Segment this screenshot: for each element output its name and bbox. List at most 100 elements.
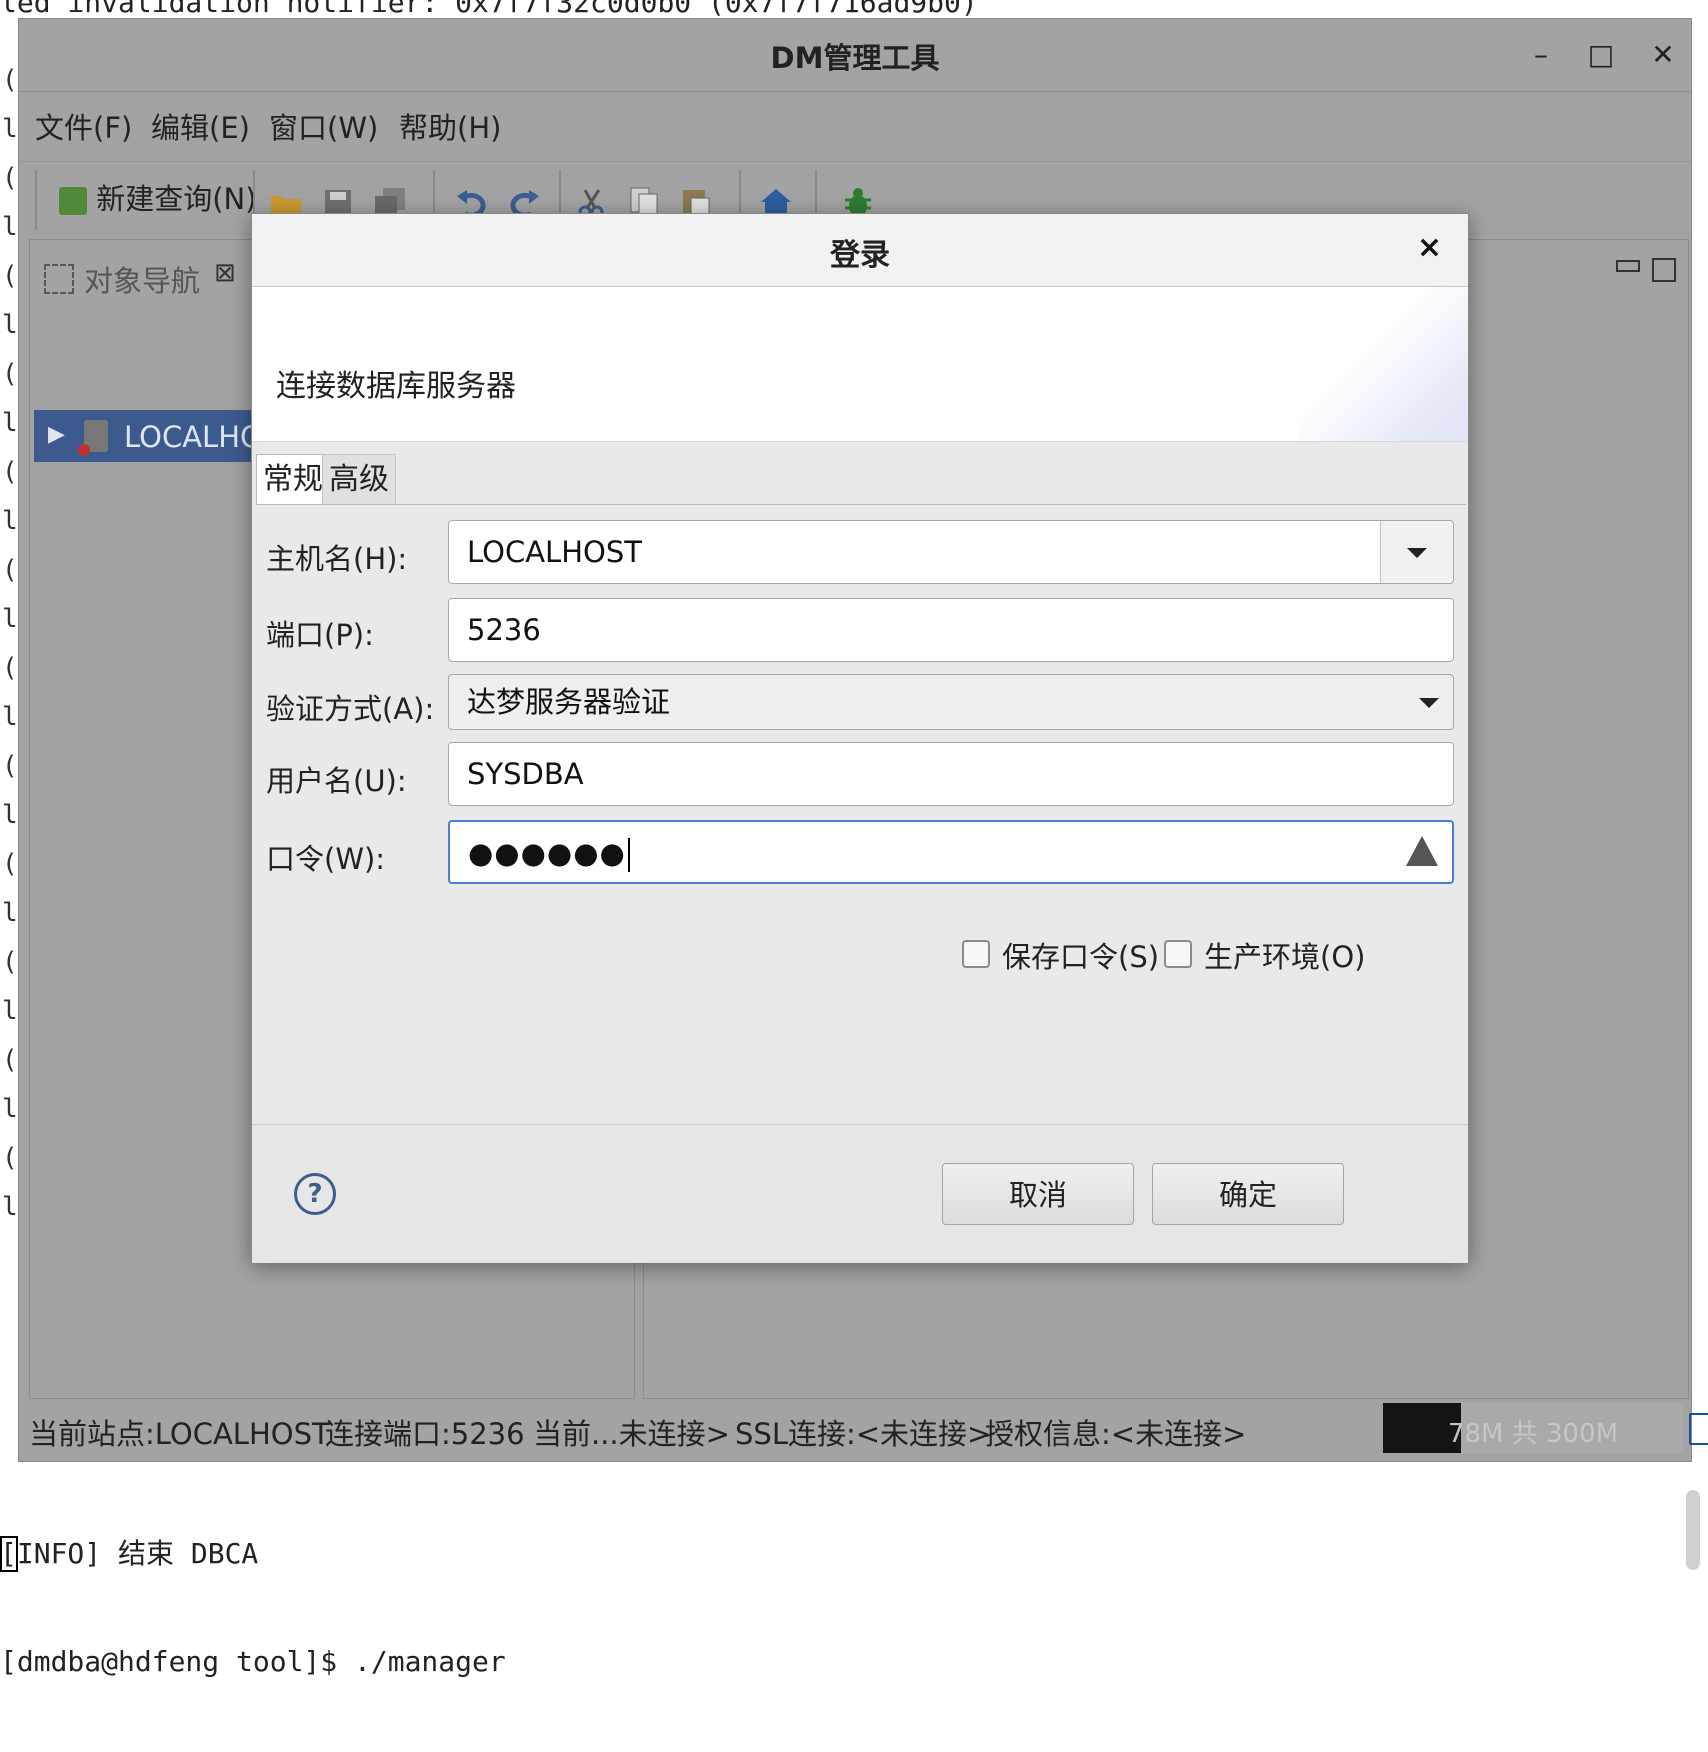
terminal-gutter-char: ( <box>2 849 18 879</box>
window-close-button[interactable]: ✕ <box>1643 35 1683 75</box>
terminal-gutter-char: l <box>2 408 18 438</box>
minimize-button[interactable]: – <box>1521 35 1561 75</box>
terminal-top-line: led invalidation notifier: 0x7f7f32c0d0b… <box>0 0 978 19</box>
password-field[interactable]: ●●●●●● ! <box>448 820 1454 885</box>
panel-minimize-icon[interactable] <box>1616 260 1640 272</box>
terminal-gutter-char: ( <box>2 457 18 487</box>
menu-window[interactable]: 窗口(W) <box>269 105 378 147</box>
banner-text: 连接数据库服务器 <box>276 369 516 404</box>
terminal-gutter-char: l <box>2 212 18 242</box>
dialog-tabs: 常规 高级 <box>256 454 1466 505</box>
status-port: 连接端口:5236 <box>325 1417 525 1451</box>
panel-maximize-icon[interactable] <box>1652 258 1676 282</box>
warning-mark: ! <box>1416 864 1425 885</box>
tree-item-label: LOCALHO <box>124 420 263 454</box>
password-mask: ●●●●●● <box>468 836 626 870</box>
login-dialog: 登录 × 连接数据库服务器 常规 高级 主机名(H): LOCALHOST 端口… <box>251 213 1469 1263</box>
terminal-gutter-char: l <box>2 604 18 634</box>
ok-button[interactable]: 确定 <box>1152 1163 1344 1225</box>
host-dropdown-button[interactable] <box>1380 521 1453 583</box>
new-query-label: 新建查询(N) <box>96 182 257 216</box>
save-password-checkbox[interactable] <box>962 940 990 968</box>
auth-value: 达梦服务器验证 <box>467 685 671 719</box>
port-field[interactable]: 5236 <box>448 598 1454 662</box>
terminal-gutter-char: ( <box>2 653 18 683</box>
production-env-checkbox[interactable] <box>1164 940 1192 968</box>
garbage-collect-icon[interactable] <box>1689 1413 1708 1445</box>
host-value: LOCALHOST <box>467 535 642 569</box>
expand-arrow-icon[interactable]: ▶ <box>48 422 65 447</box>
port-value: 5236 <box>467 613 541 647</box>
host-combobox[interactable]: LOCALHOST <box>448 520 1454 584</box>
menu-file[interactable]: 文件(F) <box>35 105 132 147</box>
port-label: 端口(P): <box>266 618 374 652</box>
sql-icon <box>59 187 87 215</box>
dialog-titlebar[interactable]: 登录 × <box>252 214 1468 287</box>
terminal-gutter-char: ( <box>2 1143 18 1173</box>
terminal-gutter-char: ( <box>2 359 18 389</box>
new-query-button[interactable]: 新建查询(N) <box>59 176 257 218</box>
save-password-label[interactable]: 保存口令(S) <box>1002 934 1159 976</box>
terminal-gutter-char: l <box>2 1192 18 1222</box>
window-titlebar[interactable]: DM管理工具 – □ ✕ <box>19 19 1691 92</box>
memory-text: 78M 共 300M <box>1447 1419 1619 1449</box>
window-title: DM管理工具 <box>770 41 940 75</box>
menubar: 文件(F) 编辑(E) 窗口(W) 帮助(H) <box>19 99 1691 155</box>
chevron-down-icon <box>1419 698 1439 708</box>
user-label: 用户名(U): <box>266 764 407 798</box>
terminal-gutter-char: l <box>2 996 18 1026</box>
toolbar-separator <box>35 170 37 230</box>
navigator-tab-label: 对象导航 <box>84 264 201 298</box>
tab-object-navigator[interactable]: 对象导航 ⊠ <box>34 244 236 308</box>
auth-label: 验证方式(A): <box>266 692 435 726</box>
dialog-banner: 连接数据库服务器 <box>252 287 1468 442</box>
host-label: 主机名(H): <box>266 542 408 576</box>
password-label: 口令(W): <box>266 842 386 876</box>
username-value: SYSDBA <box>467 757 584 791</box>
text-cursor <box>627 838 630 872</box>
terminal-scrollbar[interactable] <box>1686 1490 1700 1570</box>
terminal-gutter-char: l <box>2 1094 18 1124</box>
cancel-button[interactable]: 取消 <box>942 1163 1134 1225</box>
terminal-gutter-char: ( <box>2 1045 18 1075</box>
navigator-icon <box>44 264 74 294</box>
terminal-gutter-char: ( <box>2 65 18 95</box>
username-field[interactable]: SYSDBA <box>448 742 1454 806</box>
terminal-gutter-char: ( <box>2 555 18 585</box>
terminal-gutter-char: l <box>2 506 18 536</box>
help-icon[interactable]: ? <box>294 1173 336 1215</box>
login-form: 主机名(H): LOCALHOST 端口(P): 5236 验证方式(A): 达… <box>256 506 1466 1116</box>
terminal-gutter-char: ( <box>2 163 18 193</box>
terminal-gutter-char: l <box>2 702 18 732</box>
terminal-gutter-char: l <box>2 898 18 928</box>
dialog-close-button[interactable]: × <box>1417 230 1442 265</box>
terminal-gutter-char: ( <box>2 261 18 291</box>
banner-decoration <box>1298 287 1468 441</box>
tab-general[interactable]: 常规 <box>256 454 330 504</box>
dialog-title: 登录 <box>830 238 890 273</box>
terminal-gutter-char: ( <box>2 751 18 781</box>
menu-help[interactable]: 帮助(H) <box>399 105 501 147</box>
status-site: 当前站点:LOCALHOST <box>29 1417 330 1451</box>
terminal-gutter-char: ( <box>2 947 18 977</box>
status-current: 当前...未连接> <box>533 1417 730 1451</box>
terminal-info-line: [INFO] 结束 DBCA <box>0 1537 259 1570</box>
terminal-cursor <box>0 1536 18 1572</box>
maximize-button[interactable]: □ <box>1581 35 1621 75</box>
memory-indicator: 78M 共 300M <box>1383 1403 1683 1453</box>
terminal-output: [INFO] 结束 DBCA [dmdba@hdfeng tool]$ ./ma… <box>0 1464 506 1752</box>
terminal-gutter-char: l <box>2 800 18 830</box>
chevron-down-icon <box>1407 548 1427 558</box>
dialog-footer: ? 取消 确定 <box>252 1124 1468 1263</box>
terminal-gutter: (l (l (l (l (l (l (l (l (l (l (l (l <box>2 62 18 1238</box>
disconnected-dot-icon <box>78 444 90 456</box>
terminal-gutter-char: l <box>2 114 18 144</box>
auth-method-select[interactable]: 达梦服务器验证 <box>448 674 1454 730</box>
status-ssl: SSL连接:<未连接> <box>735 1417 992 1451</box>
menu-edit[interactable]: 编辑(E) <box>151 105 250 147</box>
tab-advanced[interactable]: 高级 <box>322 454 396 504</box>
terminal-prompt-line: [dmdba@hdfeng tool]$ ./manager <box>0 1645 506 1678</box>
close-tab-icon[interactable]: ⊠ <box>214 258 236 288</box>
status-license: 授权信息:<未连接> <box>985 1417 1247 1451</box>
production-env-label[interactable]: 生产环境(O) <box>1204 934 1365 976</box>
